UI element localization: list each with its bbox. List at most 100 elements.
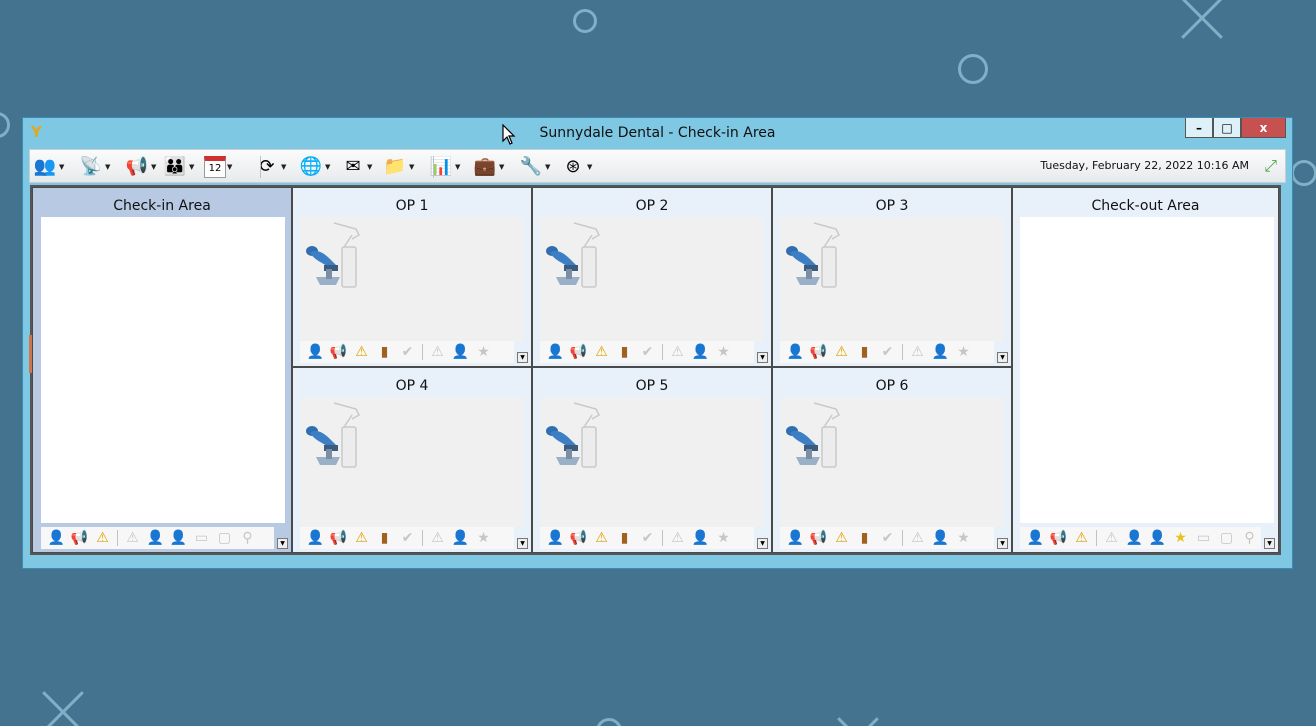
- op-5-dropdown-button[interactable]: ▼: [757, 538, 768, 549]
- traffic-light-icon[interactable]: ▮: [373, 530, 396, 546]
- traffic-light-icon[interactable]: ▮: [613, 344, 636, 360]
- op-5[interactable]: OP 5 👤 📢 ⚠ ▮ ✔ ⚠ 👤 ★ ▼: [532, 367, 772, 553]
- star-icon[interactable]: ★: [1169, 530, 1192, 546]
- patient-icon[interactable]: 👤: [45, 530, 68, 546]
- megaphone-icon[interactable]: 📢: [807, 530, 830, 546]
- megaphone-icon[interactable]: 📢: [327, 530, 350, 546]
- dropdown-caret-icon[interactable]: ▼: [367, 163, 372, 171]
- megaphone-icon[interactable]: 📢: [567, 530, 590, 546]
- minimize-button[interactable]: –: [1185, 118, 1213, 138]
- op-6-dropdown-button[interactable]: ▼: [997, 538, 1008, 549]
- op-4-body[interactable]: [300, 397, 524, 527]
- area-grid: Check-in Area 👤 📢 ⚠ ⚠ 👤 👤 ▭ ▢ ⚲ ▼ OP 1 👤 📢 ⚠ ▮ ✔ ⚠ 👤 ★ …: [30, 185, 1281, 555]
- traffic-light-icon[interactable]: ▮: [373, 344, 396, 360]
- warning-icon[interactable]: ⚠: [830, 344, 853, 360]
- op-2-dropdown-button[interactable]: ▼: [757, 352, 768, 363]
- op-4[interactable]: OP 4 👤 📢 ⚠ ▮ ✔ ⚠ 👤 ★ ▼: [292, 367, 532, 553]
- checkout-area[interactable]: Check-out Area 👤 📢 ⚠ ⚠ 👤 👤 ★ ▭ ▢ ⚲ ▼: [1012, 187, 1279, 553]
- tower-toolbar-button[interactable]: 📡 ▼: [78, 153, 111, 180]
- checkout-dropdown-button[interactable]: ▼: [1264, 538, 1275, 549]
- patient-icon[interactable]: 👤: [304, 530, 327, 546]
- op-1-body[interactable]: [300, 217, 524, 341]
- check-circle-icon: ✔: [401, 344, 414, 360]
- megaphone-icon[interactable]: 📢: [327, 344, 350, 360]
- op-3-body[interactable]: [780, 217, 1004, 341]
- warning-icon[interactable]: ⚠: [91, 530, 114, 546]
- warning-icon[interactable]: ⚠: [830, 530, 853, 546]
- dropdown-caret-icon[interactable]: ▼: [59, 163, 64, 171]
- expand-icon[interactable]: ⤢: [1264, 156, 1277, 176]
- provider-icon: 👤: [451, 344, 470, 360]
- refresh-toolbar-button[interactable]: ⟳ ▼: [254, 153, 286, 180]
- dropdown-caret-icon[interactable]: ▼: [227, 163, 232, 171]
- checkin-area[interactable]: Check-in Area 👤 📢 ⚠ ⚠ 👤 👤 ▭ ▢ ⚲ ▼: [32, 187, 292, 553]
- patient-icon[interactable]: 👤: [784, 530, 807, 546]
- patient-icon[interactable]: 👤: [544, 530, 567, 546]
- icon-separator: [662, 530, 663, 546]
- op-3-dropdown-button[interactable]: ▼: [997, 352, 1008, 363]
- patient-icon[interactable]: 👤: [1024, 530, 1047, 546]
- icon-separator: [422, 344, 423, 360]
- dropdown-caret-icon[interactable]: ▼: [105, 163, 110, 171]
- globe-toolbar-button[interactable]: 🌐 ▼: [298, 153, 331, 180]
- dropdown-caret-icon[interactable]: ▼: [189, 163, 194, 171]
- dropdown-caret-icon[interactable]: ▼: [545, 163, 550, 171]
- megaphone-icon[interactable]: 📢: [1047, 530, 1070, 546]
- checkin-patient-list[interactable]: [41, 217, 285, 523]
- op-1-title: OP 1: [395, 198, 429, 214]
- op-3[interactable]: OP 3 👤 📢 ⚠ ▮ ✔ ⚠ 👤 ★ ▼: [772, 187, 1012, 367]
- op-5-body[interactable]: [540, 397, 764, 527]
- op-4-dropdown-button[interactable]: ▼: [517, 538, 528, 549]
- wrench-toolbar-button[interactable]: 🔧 ▼: [518, 153, 551, 180]
- maximize-button[interactable]: □: [1213, 118, 1241, 138]
- dropdown-caret-icon[interactable]: ▼: [455, 163, 460, 171]
- mail-icon: ✉: [345, 156, 361, 177]
- calendar-toolbar-button[interactable]: 12 ▼: [204, 153, 232, 180]
- megaphone-toolbar-button[interactable]: 📢 ▼: [124, 153, 157, 180]
- op-1-dropdown-button[interactable]: ▼: [517, 352, 528, 363]
- title-bar[interactable]: Y Sunnydale Dental - Check-in Area – □ x: [23, 118, 1292, 148]
- provider-icon: 👤: [931, 344, 950, 360]
- folder-toolbar-button[interactable]: 📁 ▼: [382, 153, 415, 180]
- op-6[interactable]: OP 6 👤 📢 ⚠ ▮ ✔ ⚠ 👤 ★ ▼: [772, 367, 1012, 553]
- dropdown-caret-icon[interactable]: ▼: [409, 163, 414, 171]
- help-lifebuoy-toolbar-button[interactable]: ⊛ ▼: [560, 153, 592, 180]
- dropdown-caret-icon[interactable]: ▼: [151, 163, 156, 171]
- traffic-light-icon[interactable]: ▮: [853, 530, 876, 546]
- icon-separator: [902, 344, 903, 360]
- megaphone-icon[interactable]: 📢: [68, 530, 91, 546]
- decor-circle: [0, 112, 10, 138]
- checkin-icon-bar: 👤 📢 ⚠ ⚠ 👤 👤 ▭ ▢ ⚲: [41, 527, 274, 549]
- toolbar-separator: [260, 156, 261, 178]
- dropdown-caret-icon[interactable]: ▼: [281, 163, 286, 171]
- dropdown-caret-icon[interactable]: ▼: [499, 163, 504, 171]
- warning-icon[interactable]: ⚠: [350, 344, 373, 360]
- briefcase-toolbar-button[interactable]: 💼 ▼: [472, 153, 505, 180]
- window-controls: – □ x: [1185, 118, 1286, 138]
- op-6-body[interactable]: [780, 397, 1004, 527]
- checkin-dropdown-button[interactable]: ▼: [277, 538, 288, 549]
- megaphone-icon[interactable]: 📢: [567, 344, 590, 360]
- window-title: Sunnydale Dental - Check-in Area: [539, 125, 776, 141]
- family-toolbar-button[interactable]: 👪 ▼: [162, 153, 195, 180]
- close-button[interactable]: x: [1241, 118, 1286, 138]
- checkout-patient-list[interactable]: [1020, 217, 1274, 523]
- op-2[interactable]: OP 2 👤 📢 ⚠ ▮ ✔ ⚠ 👤 ★ ▼: [532, 187, 772, 367]
- patients-toolbar-button[interactable]: 👥 ▼: [32, 153, 65, 180]
- op-2-body[interactable]: [540, 217, 764, 341]
- warning-icon[interactable]: ⚠: [590, 344, 613, 360]
- traffic-light-icon[interactable]: ▮: [613, 530, 636, 546]
- op-1[interactable]: OP 1 👤 📢 ⚠ ▮ ✔ ⚠ 👤 ★ ▼: [292, 187, 532, 367]
- dropdown-caret-icon[interactable]: ▼: [587, 163, 592, 171]
- patient-icon[interactable]: 👤: [304, 344, 327, 360]
- mail-toolbar-button[interactable]: ✉ ▼: [340, 153, 372, 180]
- provider-icon: 👤: [169, 530, 188, 546]
- warning-icon[interactable]: ⚠: [350, 530, 373, 546]
- patient-icon[interactable]: 👤: [544, 344, 567, 360]
- warning-icon[interactable]: ⚠: [590, 530, 613, 546]
- dropdown-caret-icon[interactable]: ▼: [325, 163, 330, 171]
- patient-icon[interactable]: 👤: [784, 344, 807, 360]
- traffic-light-icon[interactable]: ▮: [853, 344, 876, 360]
- warning-icon[interactable]: ⚠: [1070, 530, 1093, 546]
- megaphone-icon[interactable]: 📢: [807, 344, 830, 360]
